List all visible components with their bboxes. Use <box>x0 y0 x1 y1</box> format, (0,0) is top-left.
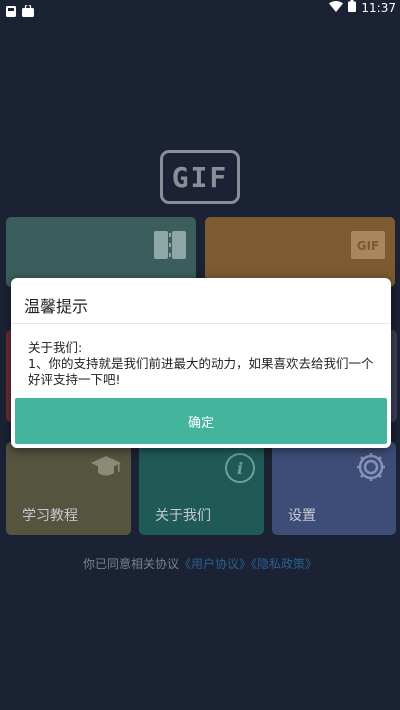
dialog-body-line-1: 关于我们: <box>28 340 83 355</box>
dialog-divider <box>11 323 391 324</box>
notice-dialog: 温馨提示 关于我们: 1、你的支持就是我们前进最大的动力，如果喜欢去给我们一个好… <box>11 278 391 448</box>
ok-button[interactable]: 确定 <box>15 398 387 444</box>
dialog-body: 关于我们: 1、你的支持就是我们前进最大的动力，如果喜欢去给我们一个好评支持一下… <box>28 340 380 388</box>
dialog-body-line-2: 1、你的支持就是我们前进最大的动力，如果喜欢去给我们一个好评支持一下吧! <box>28 356 374 387</box>
dialog-title: 温馨提示 <box>24 297 89 316</box>
